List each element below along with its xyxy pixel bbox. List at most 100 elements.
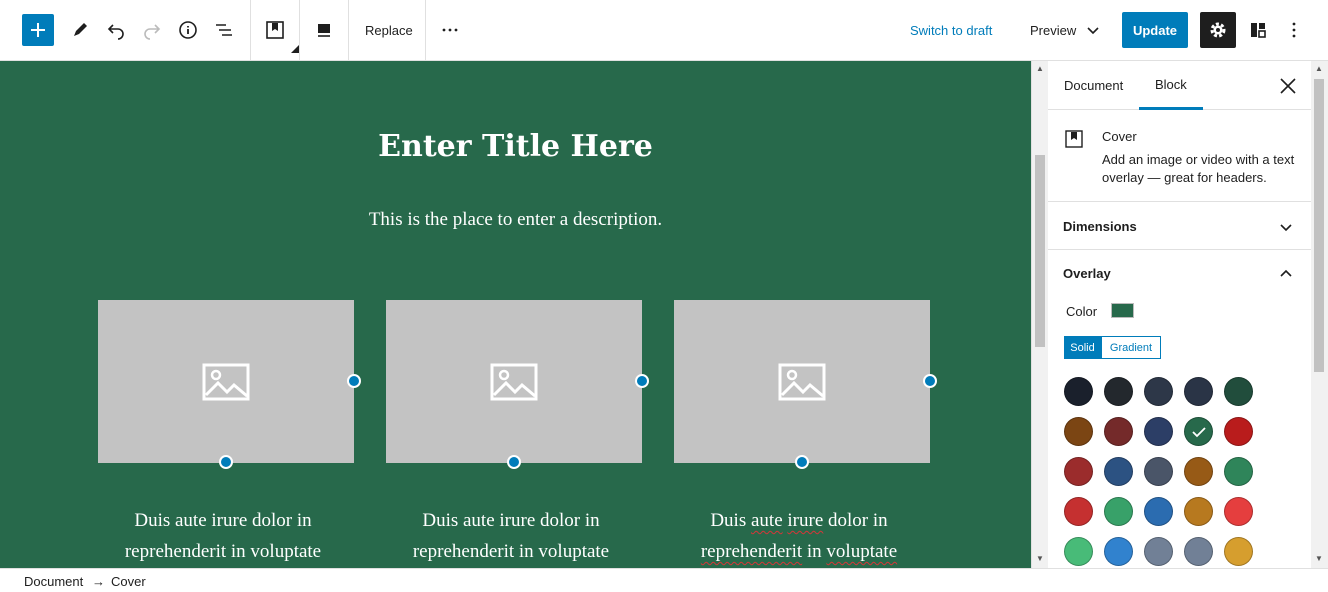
tab-document[interactable]: Document bbox=[1048, 61, 1139, 110]
color-swatch-option[interactable] bbox=[1224, 457, 1253, 486]
color-swatch-option[interactable] bbox=[1104, 537, 1133, 566]
color-swatch-option[interactable] bbox=[1144, 497, 1173, 526]
column-text[interactable]: Duis aute irure dolor in reprehenderit i… bbox=[383, 505, 639, 567]
more-options-button[interactable] bbox=[438, 18, 462, 42]
panel-title: Dimensions bbox=[1063, 219, 1137, 234]
color-swatch-option[interactable] bbox=[1064, 537, 1093, 566]
check-icon bbox=[1191, 426, 1206, 437]
color-swatch-option[interactable] bbox=[1064, 417, 1093, 446]
update-button[interactable]: Update bbox=[1122, 12, 1188, 48]
close-sidebar-button[interactable] bbox=[1276, 74, 1300, 98]
color-swatch-option[interactable] bbox=[1184, 457, 1213, 486]
block-type-button[interactable] bbox=[263, 18, 287, 42]
scroll-up-arrow-icon[interactable]: ▲ bbox=[1036, 64, 1044, 73]
color-swatch-option[interactable] bbox=[1064, 497, 1093, 526]
color-swatch-option[interactable] bbox=[1104, 377, 1133, 406]
column-text[interactable]: Duis aute irure dolor in reprehenderit i… bbox=[671, 505, 927, 567]
settings-sidebar: Document Block Cover Add an image or vid… bbox=[1048, 61, 1311, 568]
resize-handle-right[interactable] bbox=[347, 374, 361, 388]
misspelled-word: voluptate bbox=[826, 541, 898, 562]
block-icon-wrap bbox=[1064, 129, 1088, 153]
color-swatch-option[interactable] bbox=[1144, 417, 1173, 446]
cover-block-icon bbox=[266, 21, 284, 39]
block-card-description: Add an image or video with a text overla… bbox=[1102, 152, 1295, 185]
resize-handle-right[interactable] bbox=[635, 374, 649, 388]
canvas-scrollbar[interactable]: ▲ ▼ bbox=[1031, 61, 1048, 568]
ellipsis-icon bbox=[442, 28, 458, 32]
undo-button[interactable] bbox=[104, 18, 128, 42]
scrollbar-thumb[interactable] bbox=[1314, 79, 1324, 372]
align-button[interactable] bbox=[312, 18, 336, 42]
word: dolor in bbox=[828, 510, 888, 531]
layout-icon bbox=[1251, 23, 1266, 38]
color-swatch-option[interactable] bbox=[1184, 417, 1213, 446]
column-text-line: Duis aute irure dolor in bbox=[671, 505, 927, 536]
color-swatch-option[interactable] bbox=[1224, 537, 1253, 566]
image-placeholder[interactable] bbox=[386, 300, 642, 463]
column-text[interactable]: Duis aute irure dolor in reprehenderit i… bbox=[95, 505, 351, 567]
list-view-button[interactable] bbox=[212, 18, 236, 42]
scroll-up-arrow-icon[interactable]: ▲ bbox=[1315, 64, 1323, 73]
color-swatch-option[interactable] bbox=[1144, 457, 1173, 486]
breadcrumb-separator: → bbox=[92, 574, 105, 589]
editor-canvas[interactable]: Enter Title Here This is the place to en… bbox=[0, 61, 1031, 568]
resize-handle-bottom[interactable] bbox=[507, 455, 521, 469]
block-manager-button[interactable] bbox=[1246, 18, 1270, 42]
preview-button[interactable]: Preview bbox=[1024, 18, 1106, 42]
column-text-line: Duis aute irure dolor in bbox=[422, 510, 600, 531]
sidebar-tabs: Document Block bbox=[1048, 61, 1311, 110]
color-swatch-option[interactable] bbox=[1104, 417, 1133, 446]
color-swatch-option[interactable] bbox=[1224, 377, 1253, 406]
color-swatch-option[interactable] bbox=[1184, 537, 1213, 566]
divider bbox=[299, 0, 300, 60]
settings-button[interactable] bbox=[1200, 12, 1236, 48]
scroll-down-arrow-icon[interactable]: ▼ bbox=[1036, 554, 1044, 563]
column-text-line: reprehenderit in voluptate bbox=[412, 541, 610, 562]
word: Duis bbox=[710, 510, 747, 531]
redo-button[interactable] bbox=[140, 18, 164, 42]
add-block-button[interactable] bbox=[22, 14, 54, 46]
breadcrumb: Document → Cover bbox=[0, 568, 1328, 592]
sidebar-scrollbar[interactable]: ▲ ▼ bbox=[1311, 61, 1328, 568]
chevron-down-icon bbox=[1280, 224, 1292, 232]
cover-block-icon bbox=[1065, 130, 1083, 148]
align-icon bbox=[318, 24, 330, 37]
switch-to-draft-button[interactable]: Switch to draft bbox=[904, 18, 998, 42]
details-button[interactable] bbox=[176, 18, 200, 42]
color-swatch-option[interactable] bbox=[1144, 537, 1173, 566]
color-swatch-option[interactable] bbox=[1064, 377, 1093, 406]
tab-block[interactable]: Block bbox=[1139, 61, 1203, 110]
resize-handle-right[interactable] bbox=[923, 374, 937, 388]
color-swatch-option[interactable] bbox=[1144, 377, 1173, 406]
resize-handle-bottom[interactable] bbox=[795, 455, 809, 469]
color-swatch-option[interactable] bbox=[1104, 497, 1133, 526]
color-swatch-option[interactable] bbox=[1184, 497, 1213, 526]
breadcrumb-cover[interactable]: Cover bbox=[111, 574, 146, 589]
panel-title: Overlay bbox=[1063, 266, 1111, 281]
cover-title[interactable]: Enter Title Here bbox=[0, 129, 1031, 164]
replace-button[interactable]: Replace bbox=[357, 18, 421, 42]
image-placeholder[interactable] bbox=[98, 300, 354, 463]
overlay-panel-toggle[interactable]: Overlay bbox=[1048, 250, 1311, 297]
column-text-line: Duis aute irure dolor in bbox=[134, 510, 312, 531]
gradient-toggle[interactable]: Gradient bbox=[1101, 336, 1161, 359]
block-card: Cover Add an image or video with a text … bbox=[1048, 111, 1311, 202]
options-menu-button[interactable] bbox=[1282, 18, 1306, 42]
solid-toggle[interactable]: Solid bbox=[1064, 336, 1101, 359]
word: in bbox=[806, 541, 822, 562]
color-swatch-option[interactable] bbox=[1224, 417, 1253, 446]
resize-handle-bottom[interactable] bbox=[219, 455, 233, 469]
close-icon bbox=[1280, 78, 1296, 94]
dimensions-panel-toggle[interactable]: Dimensions bbox=[1048, 203, 1311, 250]
color-swatch-option[interactable] bbox=[1184, 377, 1213, 406]
tools-button[interactable] bbox=[68, 18, 92, 42]
breadcrumb-document[interactable]: Document bbox=[24, 574, 83, 589]
column-text-line: reprehenderit in voluptate bbox=[124, 541, 322, 562]
color-swatch-option[interactable] bbox=[1064, 457, 1093, 486]
color-swatch-option[interactable] bbox=[1224, 497, 1253, 526]
image-placeholder[interactable] bbox=[674, 300, 930, 463]
scrollbar-thumb[interactable] bbox=[1035, 155, 1045, 347]
color-swatch-option[interactable] bbox=[1104, 457, 1133, 486]
scroll-down-arrow-icon[interactable]: ▼ bbox=[1315, 554, 1323, 563]
cover-description[interactable]: This is the place to enter a description… bbox=[0, 209, 1031, 231]
